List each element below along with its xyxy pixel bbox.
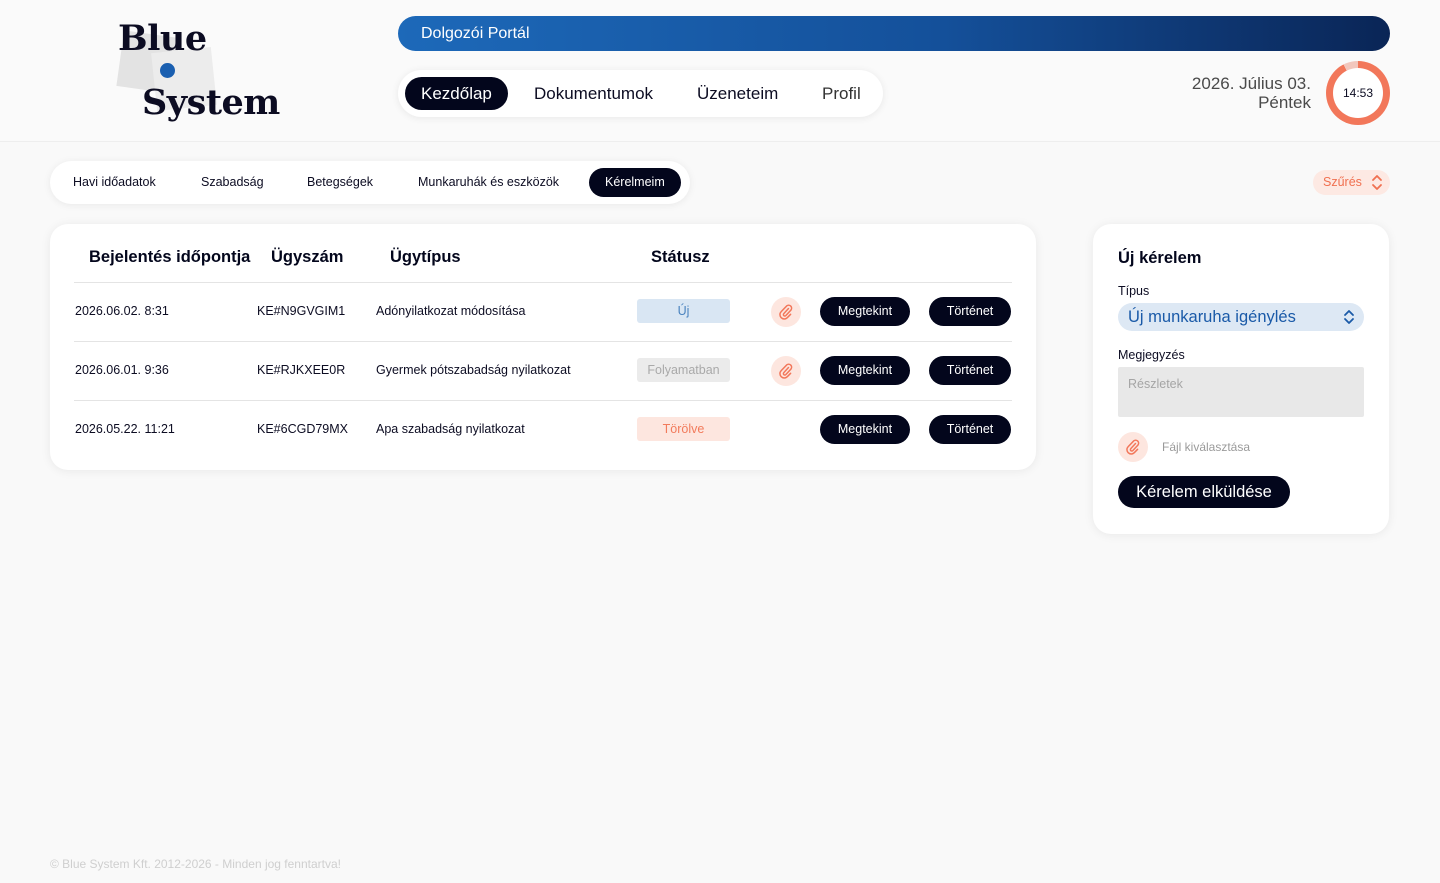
sub-tabs: Havi időadatok Szabadság Betegségek Munk… — [50, 161, 690, 204]
portal-title: Dolgozói Portál — [421, 25, 530, 42]
filter-button[interactable]: Szűrés — [1313, 170, 1390, 195]
note-label: Megjegyzés — [1118, 348, 1185, 362]
type-label: Típus — [1118, 284, 1150, 298]
filter-label: Szűrés — [1323, 175, 1362, 189]
view-button[interactable]: Megtekint — [820, 297, 910, 326]
main-nav: Kezdőlap Dokumentumok Üzeneteim Profil — [398, 70, 883, 117]
clock-ring: 14:53 — [1326, 61, 1390, 125]
chevron-up-down-icon — [1344, 310, 1354, 324]
current-weekday: Péntek — [1258, 93, 1311, 112]
logo-word-blue: Blue — [118, 18, 207, 59]
row-date: 2026.06.01. 9:36 — [75, 363, 169, 377]
new-request-form: Új kérelem Típus Új munkaruha igénylés M… — [1093, 224, 1389, 534]
nav-item-profile[interactable]: Profil — [806, 77, 877, 110]
logo[interactable]: Blue System — [112, 18, 282, 128]
table-row: 2026.05.22. 11:21 KE#6CGD79MX Apa szabad… — [74, 400, 1012, 459]
row-case-type: Adónyilatkozat módosítása — [376, 304, 526, 318]
history-button[interactable]: Történet — [929, 356, 1011, 385]
row-date: 2026.06.02. 8:31 — [75, 304, 169, 318]
row-case-number: KE#N9GVGIM1 — [257, 304, 346, 318]
paperclip-icon — [1126, 439, 1140, 455]
portal-title-bar: Dolgozói Portál — [398, 16, 1390, 51]
column-header-case-type: Ügytípus — [390, 248, 461, 266]
table-row: 2026.06.02. 8:31 KE#N9GVGIM1 Adónyilatko… — [74, 282, 1012, 341]
paperclip-icon — [779, 304, 793, 320]
attachment-button[interactable] — [771, 356, 801, 386]
status-badge: Törölve — [637, 417, 730, 441]
date-display: 2026. Július 03. Péntek — [1192, 74, 1311, 112]
note-textarea[interactable]: Részletek — [1118, 367, 1364, 417]
attachment-button[interactable] — [771, 297, 801, 327]
row-date: 2026.05.22. 11:21 — [75, 422, 175, 436]
status-badge: Folyamatban — [637, 358, 730, 382]
submit-request-button[interactable]: Kérelem elküldése — [1118, 476, 1290, 508]
history-button[interactable]: Történet — [929, 415, 1011, 444]
nav-item-messages[interactable]: Üzeneteim — [681, 77, 794, 110]
header: Blue System Dolgozói Portál Kezdőlap Dok… — [0, 0, 1440, 142]
nav-item-home[interactable]: Kezdőlap — [405, 77, 508, 110]
form-title: Új kérelem — [1118, 249, 1202, 267]
logo-dot — [160, 63, 175, 78]
row-case-number: KE#6CGD79MX — [257, 422, 349, 436]
table-row: 2026.06.01. 9:36 KE#RJKXEE0R Gyermek pót… — [74, 341, 1012, 400]
nav-item-documents[interactable]: Dokumentumok — [518, 77, 669, 110]
clock-time: 14:53 — [1333, 68, 1383, 118]
row-case-type: Apa szabadság nyilatkozat — [376, 422, 525, 436]
current-date: 2026. Július 03. — [1191, 74, 1311, 93]
column-header-case-number: Ügyszám — [271, 248, 344, 266]
column-header-date: Bejelentés időpontja — [89, 248, 251, 266]
requests-table: Bejelentés időpontja Ügyszám Ügytípus St… — [50, 224, 1036, 470]
column-header-status: Státusz — [651, 248, 710, 266]
view-button[interactable]: Megtekint — [820, 356, 910, 385]
file-select-label[interactable]: Fájl kiválasztása — [1162, 440, 1250, 454]
type-select-value: Új munkaruha igénylés — [1128, 308, 1296, 326]
row-case-type: Gyermek pótszabadság nyilatkozat — [376, 363, 571, 377]
view-button[interactable]: Megtekint — [820, 415, 910, 444]
tab-monthly-time-data[interactable]: Havi időadatok — [57, 168, 172, 197]
logo-word-system: System — [142, 82, 280, 123]
row-case-number: KE#RJKXEE0R — [257, 363, 346, 377]
history-button[interactable]: Történet — [929, 297, 1011, 326]
tab-workwear-tools[interactable]: Munkaruhák és eszközök — [402, 168, 575, 197]
status-badge: Új — [637, 299, 730, 323]
tab-sickness[interactable]: Betegségek — [291, 168, 389, 197]
tab-my-requests[interactable]: Kérelmeim — [589, 168, 681, 197]
chevron-up-down-icon — [1372, 175, 1382, 190]
tab-vacation[interactable]: Szabadság — [185, 168, 280, 197]
footer-copyright: © Blue System Kft. 2012-2026 - Minden jo… — [50, 857, 341, 871]
type-select[interactable]: Új munkaruha igénylés — [1118, 303, 1364, 331]
paperclip-icon — [779, 363, 793, 379]
file-attach-button[interactable] — [1118, 432, 1148, 462]
